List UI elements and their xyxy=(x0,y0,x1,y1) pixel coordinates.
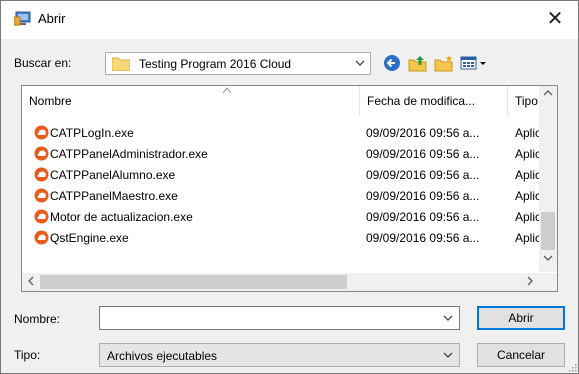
file-type: Aplic xyxy=(515,231,539,245)
file-date: 09/09/2016 09:56 a... xyxy=(366,168,480,182)
view-menu-icon[interactable] xyxy=(460,54,488,72)
file-type: Aplic xyxy=(515,210,539,224)
list-item[interactable]: CATPPanelAdministrador.exe 09/09/2016 09… xyxy=(22,144,539,163)
file-name: CATPPanelAlumno.exe xyxy=(50,168,176,182)
exe-icon xyxy=(34,209,49,224)
file-name: Motor de actualizacion.exe xyxy=(50,210,193,224)
file-name: CATPLogIn.exe xyxy=(50,126,134,140)
exe-icon xyxy=(34,125,49,140)
open-button[interactable]: Abrir xyxy=(477,306,565,330)
filename-input[interactable] xyxy=(103,309,437,329)
horizontal-scrollbar[interactable] xyxy=(22,273,539,291)
filename-combo[interactable] xyxy=(99,306,460,330)
scroll-up-icon[interactable] xyxy=(539,86,557,103)
chevron-down-icon xyxy=(443,352,453,358)
list-item[interactable]: CATPPanelAlumno.exe 09/09/2016 09:56 a..… xyxy=(22,165,539,184)
vertical-scrollbar[interactable] xyxy=(539,86,557,272)
exe-icon xyxy=(34,167,49,182)
file-name: QstEngine.exe xyxy=(50,231,129,245)
file-name: CATPPanelAdministrador.exe xyxy=(50,147,208,161)
exe-icon xyxy=(34,146,49,161)
list-item[interactable]: CATPLogIn.exe 09/09/2016 09:56 a... Apli… xyxy=(22,123,539,142)
title-bar: Abrir ✕ xyxy=(1,1,578,39)
window-title: Abrir xyxy=(38,11,66,26)
vertical-scroll-thumb[interactable] xyxy=(541,212,555,250)
app-window-icon xyxy=(14,11,31,26)
column-header-name[interactable]: Nombre xyxy=(22,86,360,116)
exe-icon xyxy=(34,188,49,203)
column-header-date[interactable]: Fecha de modifica... xyxy=(360,86,508,116)
list-item[interactable]: CATPPanelMaestro.exe 09/09/2016 09:56 a.… xyxy=(22,186,539,205)
scroll-down-icon[interactable] xyxy=(539,251,557,268)
folder-icon xyxy=(112,57,130,71)
file-list[interactable]: Nombre Fecha de modifica... Tipo CATPLog… xyxy=(21,85,558,292)
file-date: 09/09/2016 09:56 a... xyxy=(366,126,480,140)
look-in-label: Buscar en: xyxy=(14,56,72,70)
file-date: 09/09/2016 09:56 a... xyxy=(366,210,480,224)
scroll-left-icon[interactable] xyxy=(22,273,40,291)
file-type: Aplic xyxy=(515,147,539,161)
filetype-label: Tipo: xyxy=(14,348,41,362)
scroll-right-icon[interactable] xyxy=(521,273,539,291)
file-date: 09/09/2016 09:56 a... xyxy=(366,189,480,203)
file-type: Aplic xyxy=(515,189,539,203)
new-folder-icon[interactable] xyxy=(434,54,454,72)
exe-icon xyxy=(34,230,49,245)
file-type: Aplic xyxy=(515,168,539,182)
filetype-value: Archivos ejecutables xyxy=(107,349,218,363)
scroll-corner xyxy=(539,273,557,291)
horizontal-scroll-thumb[interactable] xyxy=(40,275,347,289)
back-icon[interactable] xyxy=(382,54,402,72)
close-button[interactable]: ✕ xyxy=(538,5,572,35)
chevron-down-icon[interactable] xyxy=(442,312,454,324)
list-item[interactable]: QstEngine.exe 09/09/2016 09:56 a... Apli… xyxy=(22,228,539,247)
file-date: 09/09/2016 09:56 a... xyxy=(366,147,480,161)
sort-up-icon xyxy=(222,87,232,94)
resize-grip-icon[interactable] xyxy=(567,362,577,372)
open-file-dialog: Abrir ✕ Buscar en: Testing Program 2016 … xyxy=(0,0,579,374)
file-date: 09/09/2016 09:56 a... xyxy=(366,231,480,245)
chevron-down-icon xyxy=(355,60,365,66)
up-folder-icon[interactable] xyxy=(408,54,428,72)
look-in-value: Testing Program 2016 Cloud xyxy=(139,57,292,71)
filetype-dropdown[interactable]: Archivos ejecutables xyxy=(99,343,460,367)
filename-label: Nombre: xyxy=(14,312,61,326)
file-name: CATPPanelMaestro.exe xyxy=(50,189,178,203)
file-type: Aplic xyxy=(515,126,539,140)
look-in-dropdown[interactable]: Testing Program 2016 Cloud xyxy=(105,52,371,75)
cancel-button[interactable]: Cancelar xyxy=(477,343,565,367)
column-header-type[interactable]: Tipo xyxy=(508,86,539,116)
list-item[interactable]: Motor de actualizacion.exe 09/09/2016 09… xyxy=(22,207,539,226)
